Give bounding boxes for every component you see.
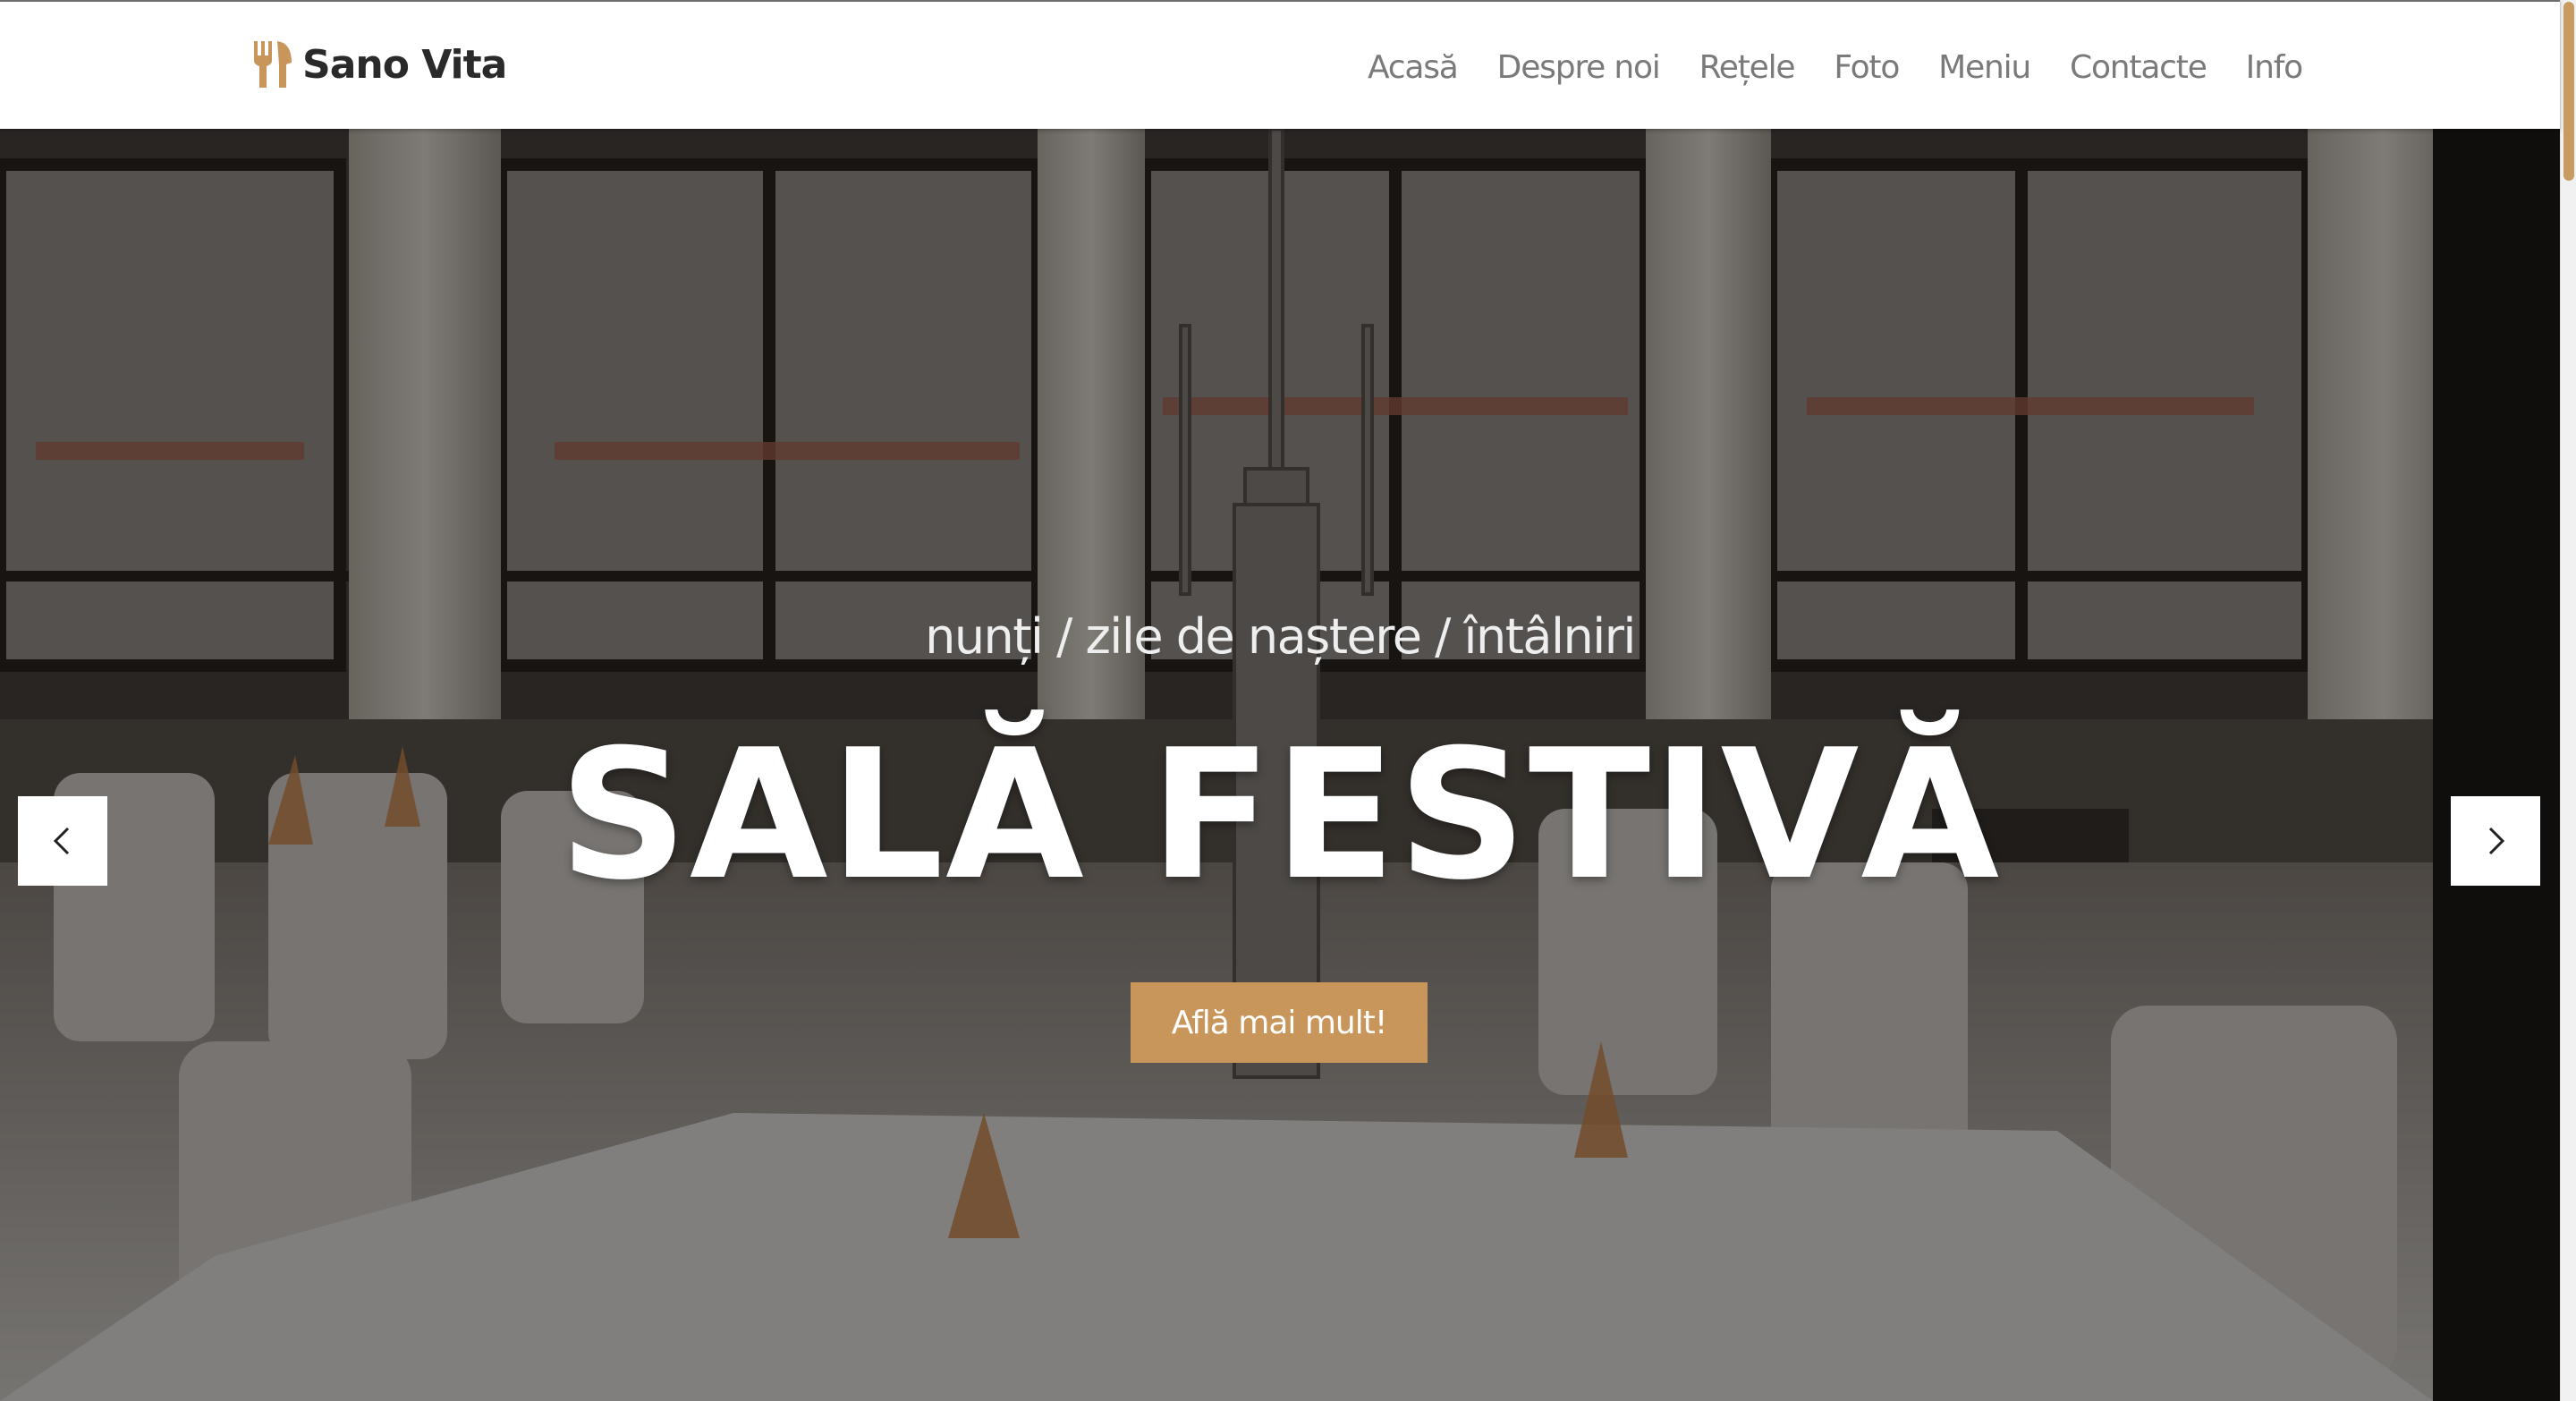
nav-link-meniu[interactable]: Meniu xyxy=(1938,49,2031,86)
hero-carousel: nunți / zile de naștere / întâlniri SALĂ… xyxy=(0,129,2560,1401)
top-navbar: Sano Vita Acasă Despre noi Rețele Foto M… xyxy=(0,0,2560,129)
nav-link-info[interactable]: Info xyxy=(2246,49,2304,86)
scrollbar-thumb[interactable] xyxy=(2563,2,2574,181)
nav-link-acasa[interactable]: Acasă xyxy=(1368,49,1459,86)
nav-item-despre-noi: Despre noi xyxy=(1497,41,1661,95)
nav-item-meniu: Meniu xyxy=(1938,41,2031,95)
nav-item-foto: Foto xyxy=(1834,41,1900,95)
learn-more-button[interactable]: Află mai mult! xyxy=(1131,982,1428,1063)
chevron-left-icon xyxy=(53,827,70,855)
nav-item-acasa: Acasă xyxy=(1368,41,1459,95)
chevron-right-icon xyxy=(2488,827,2505,855)
nav-link-foto[interactable]: Foto xyxy=(1834,49,1900,86)
nav-item-info: Info xyxy=(2246,41,2304,95)
brand-name: Sano Vita xyxy=(302,41,507,88)
carousel-prev-button[interactable] xyxy=(18,796,107,886)
hero-title: SALĂ FESTIVĂ xyxy=(558,711,2002,920)
nav-item-retele: Rețele xyxy=(1699,41,1796,95)
page-scrollbar[interactable] xyxy=(2560,0,2576,1401)
nav-link-despre-noi[interactable]: Despre noi xyxy=(1497,49,1661,86)
nav-menu: Acasă Despre noi Rețele Foto Meniu Conta… xyxy=(1368,41,2304,95)
nav-item-contacte: Contacte xyxy=(2070,41,2207,95)
hero-subtitle: nunți / zile de naștere / întâlniri xyxy=(925,608,1636,665)
brand-logo-link[interactable]: Sano Vita xyxy=(252,38,507,91)
carousel-next-button[interactable] xyxy=(2451,796,2540,886)
nav-link-retele[interactable]: Rețele xyxy=(1699,49,1796,86)
fork-knife-icon xyxy=(254,41,292,88)
nav-link-contacte[interactable]: Contacte xyxy=(2070,49,2207,86)
